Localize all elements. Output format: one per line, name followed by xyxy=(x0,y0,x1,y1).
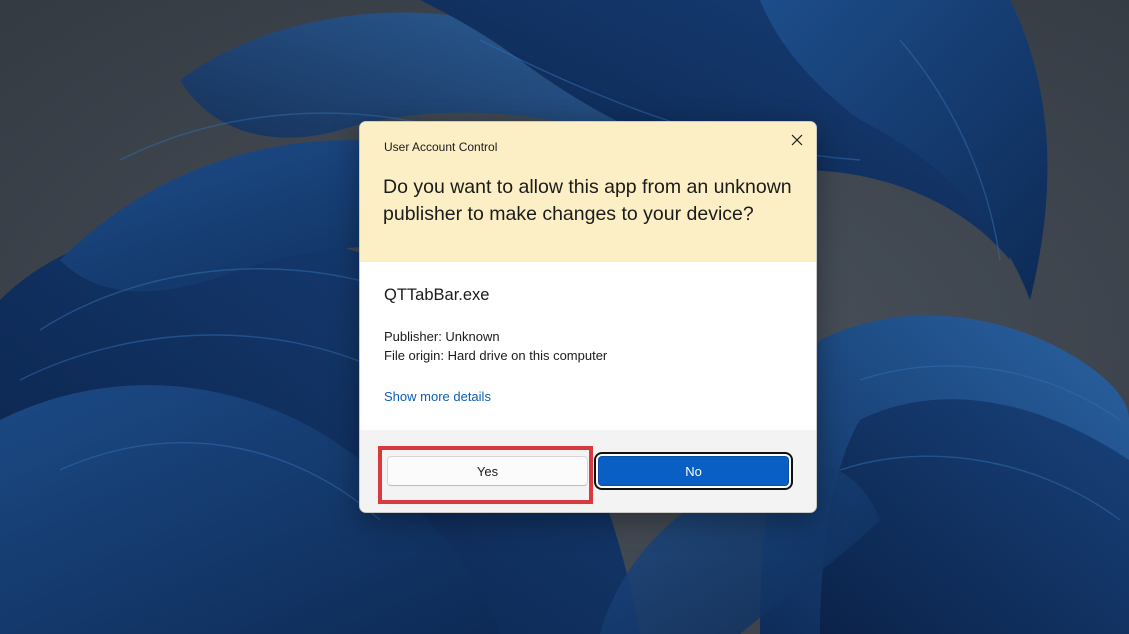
no-button[interactable]: No xyxy=(598,456,789,486)
dialog-question: Do you want to allow this app from an un… xyxy=(383,176,792,225)
uac-dialog: User Account Control Do you want to allo… xyxy=(359,121,817,513)
dialog-title: User Account Control xyxy=(384,140,498,154)
app-name: QTTabBar.exe xyxy=(384,286,490,304)
show-more-details-link[interactable]: Show more details xyxy=(384,389,491,404)
publisher-info: Publisher: Unknown xyxy=(384,329,500,344)
close-icon xyxy=(791,134,803,146)
dialog-body: QTTabBar.exe Publisher: Unknown File ori… xyxy=(360,262,816,430)
dialog-header: User Account Control Do you want to allo… xyxy=(360,122,816,262)
file-origin-info: File origin: Hard drive on this computer xyxy=(384,348,608,363)
yes-button[interactable]: Yes xyxy=(387,456,588,486)
dialog-footer: Yes No xyxy=(360,430,816,512)
close-button[interactable] xyxy=(784,128,810,152)
desktop: User Account Control Do you want to allo… xyxy=(0,0,1129,634)
